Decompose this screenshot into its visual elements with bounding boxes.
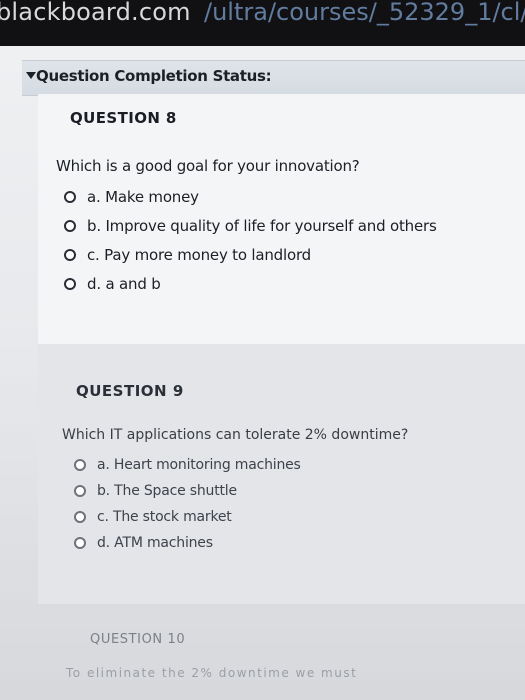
q9-option-c[interactable]: c. The stock market bbox=[74, 506, 232, 528]
question-completion-status[interactable]: Question Completion Status: bbox=[22, 60, 525, 96]
q9-option-d[interactable]: d. ATM machines bbox=[74, 532, 213, 554]
radio-button[interactable] bbox=[74, 511, 86, 523]
radio-button[interactable] bbox=[74, 459, 86, 471]
radio-button[interactable] bbox=[64, 278, 76, 290]
quiz-page: Question Completion Status: QUESTION 8 W… bbox=[0, 46, 525, 700]
radio-button[interactable] bbox=[74, 537, 86, 549]
q9-option-b[interactable]: b. The Space shuttle bbox=[74, 480, 237, 502]
question-9-text: Which IT applications can tolerate 2% do… bbox=[62, 427, 409, 443]
q8-option-b[interactable]: b. Improve quality of life for yourself … bbox=[64, 215, 437, 237]
question-8-heading: QUESTION 8 bbox=[70, 109, 177, 127]
option-label: c. Pay more money to landlord bbox=[87, 246, 311, 264]
question-9-heading: QUESTION 9 bbox=[76, 382, 184, 400]
browser-address-bar[interactable]: blackboard.com /ultra/courses/_52329_1/c… bbox=[0, 0, 525, 46]
option-label: a. Make money bbox=[87, 188, 199, 206]
radio-button[interactable] bbox=[64, 249, 76, 261]
radio-button[interactable] bbox=[64, 191, 76, 203]
radio-button[interactable] bbox=[74, 485, 86, 497]
option-label: d. a and b bbox=[87, 275, 161, 293]
option-label: d. ATM machines bbox=[97, 535, 213, 551]
q8-option-d[interactable]: d. a and b bbox=[64, 273, 161, 295]
question-10-heading: QUESTION 10 bbox=[90, 632, 186, 647]
q8-option-c[interactable]: c. Pay more money to landlord bbox=[64, 244, 311, 266]
radio-button[interactable] bbox=[64, 220, 76, 232]
option-label: b. The Space shuttle bbox=[97, 483, 237, 499]
q8-option-a[interactable]: a. Make money bbox=[64, 186, 199, 208]
option-label: c. The stock market bbox=[97, 509, 232, 525]
collapse-caret-icon[interactable] bbox=[26, 72, 36, 79]
url-domain: blackboard.com bbox=[0, 0, 191, 26]
status-label: Question Completion Status: bbox=[36, 67, 272, 85]
option-label: a. Heart monitoring machines bbox=[97, 457, 301, 473]
option-label: b. Improve quality of life for yourself … bbox=[87, 217, 437, 235]
question-10-text: To eliminate the 2% downtime we must bbox=[66, 666, 358, 680]
url-path: /ultra/courses/_52329_1/cl/o bbox=[204, 0, 525, 26]
question-8-text: Which is a good goal for your innovation… bbox=[56, 157, 360, 175]
q9-option-a[interactable]: a. Heart monitoring machines bbox=[74, 454, 301, 476]
